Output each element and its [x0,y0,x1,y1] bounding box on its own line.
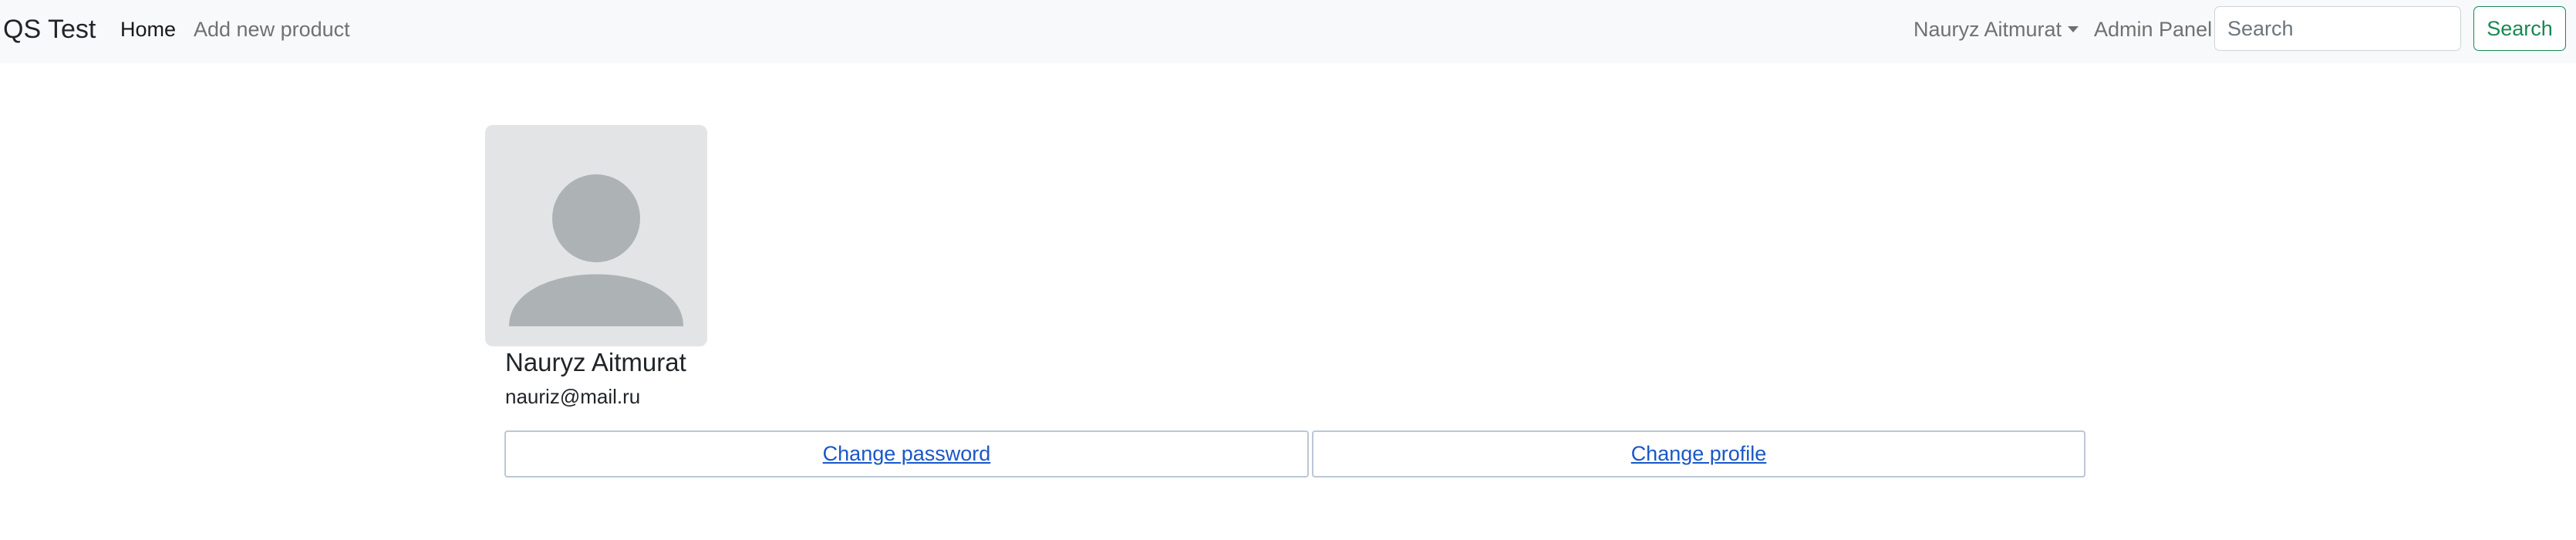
profile-avatar [485,125,707,346]
profile-email: nauriz@mail.ru [505,385,641,408]
caret-down-icon [2068,26,2079,32]
search-button[interactable]: Search [2473,6,2566,51]
brand-logo[interactable]: QS Test [3,12,96,46]
search-input[interactable] [2214,6,2461,51]
nav-link-add-new-product[interactable]: Add new product [194,17,350,42]
nav-link-admin-panel[interactable]: Admin Panel [2094,17,2212,42]
nav-link-home[interactable]: Home [120,17,176,42]
change-password-button[interactable]: Change password [504,430,1309,478]
change-profile-button[interactable]: Change profile [1312,430,2085,478]
top-navbar: QS Test Home Add new product Nauryz Aitm… [0,0,2576,63]
profile-name: Nauryz Aitmurat [505,348,686,376]
default-user-avatar-icon [485,125,707,346]
user-menu-dropdown[interactable]: Nauryz Aitmurat [1913,17,2079,42]
user-menu-label: Nauryz Aitmurat [1913,18,2062,41]
